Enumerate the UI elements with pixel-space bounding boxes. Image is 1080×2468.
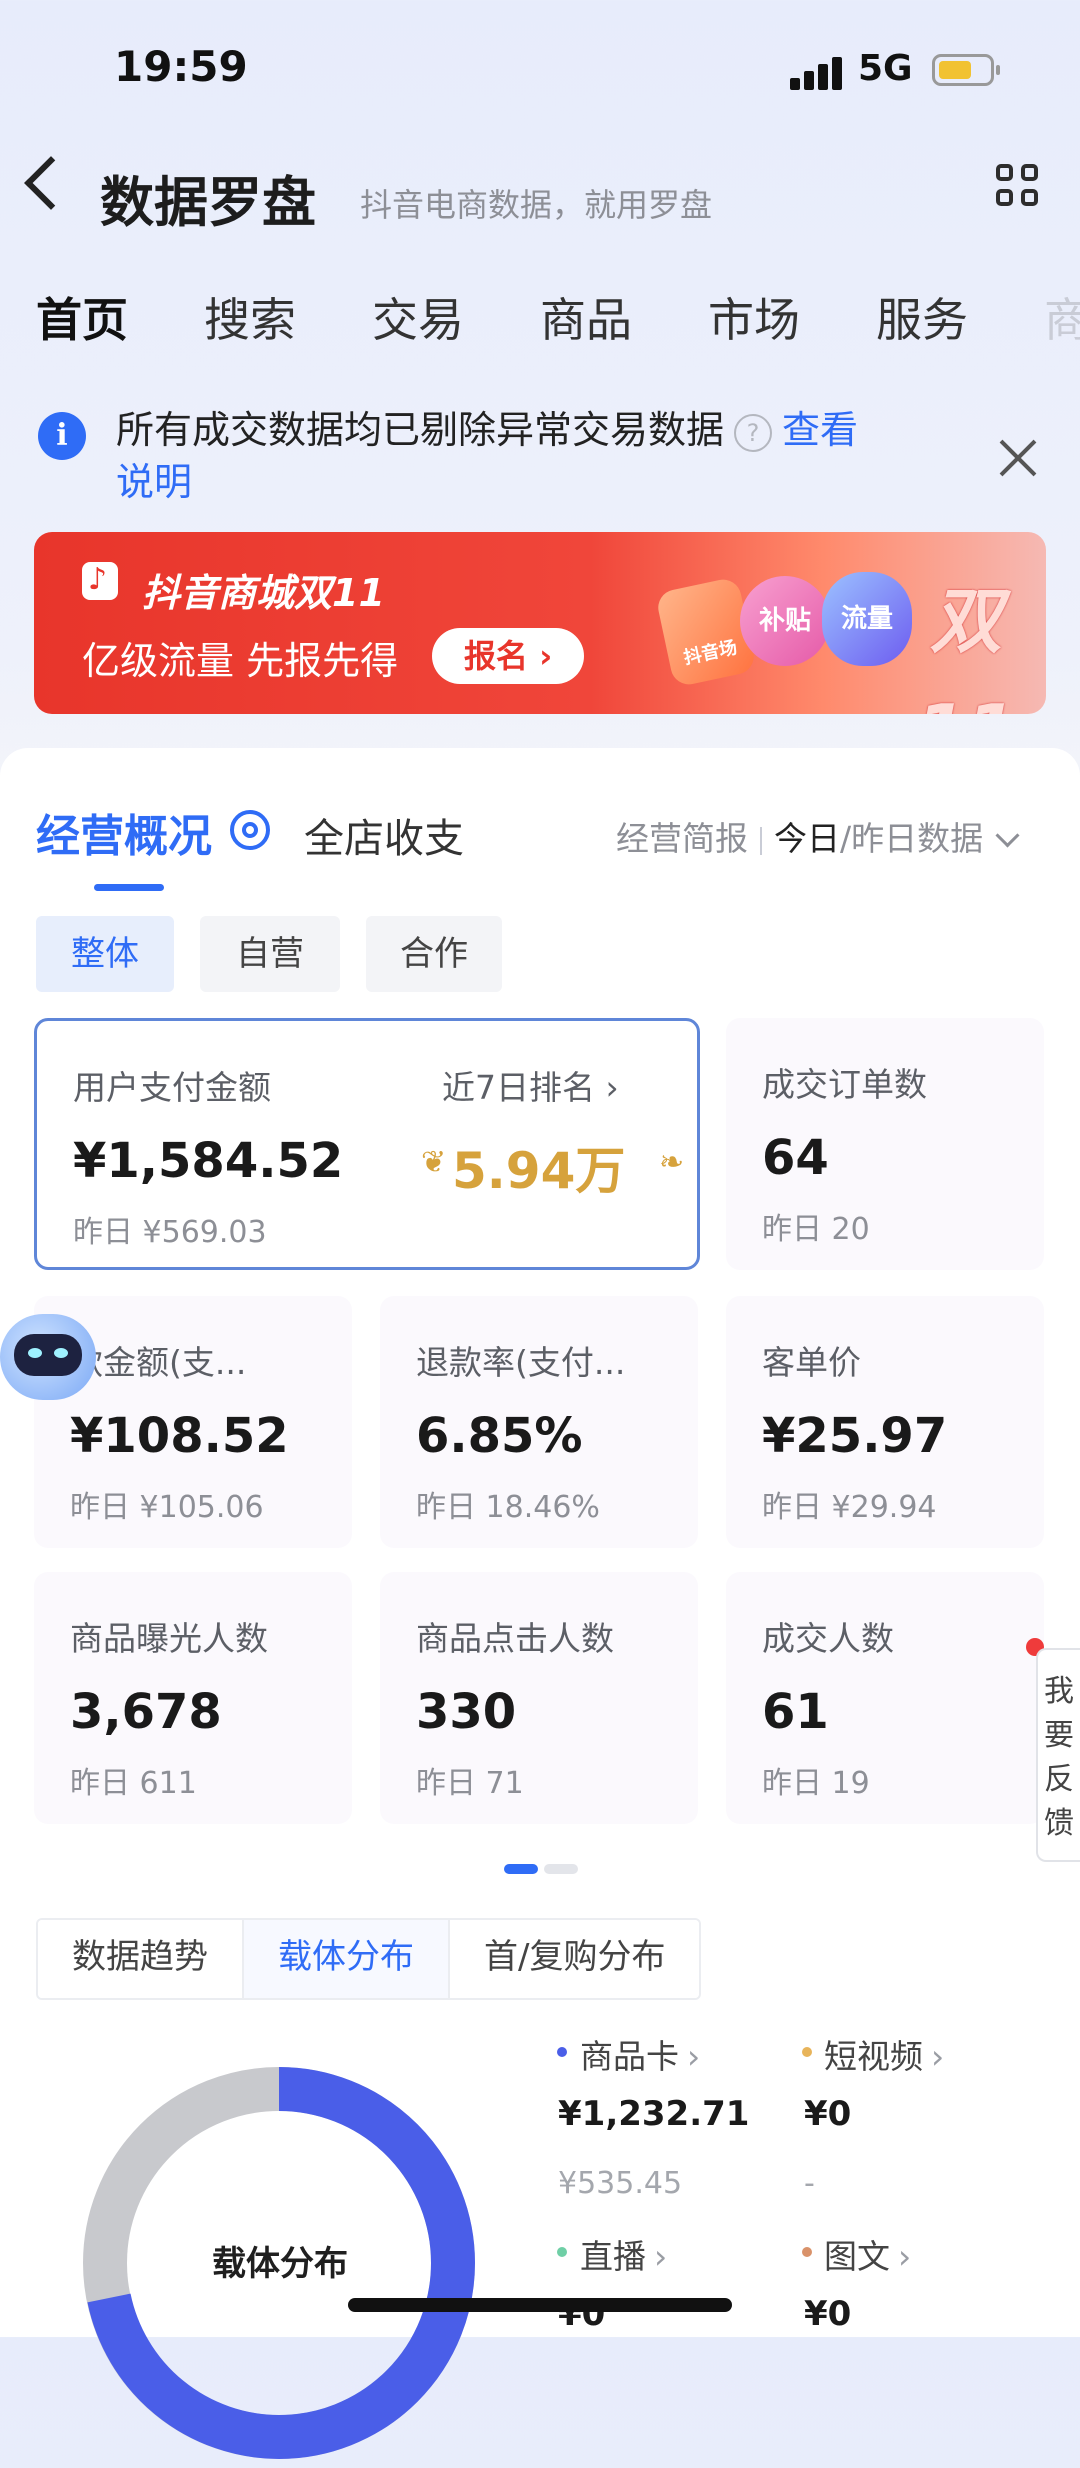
feedback-button[interactable]: 我要反馈 bbox=[1036, 1648, 1080, 1862]
metric-label: 成交人数 bbox=[762, 1619, 894, 1658]
metric-yesterday: 昨日 18.46% bbox=[416, 1490, 600, 1525]
douyin-mall-logo-icon bbox=[82, 562, 118, 600]
laurel-right-icon: ❧ bbox=[659, 1145, 685, 1180]
signal-icon bbox=[790, 54, 846, 90]
top-nav-tabs: 首页 搜索 交易 商品 市场 服务 商 bbox=[36, 284, 1080, 354]
metric-value: ¥1,584.52 bbox=[73, 1133, 344, 1189]
tab-service[interactable]: 服务 bbox=[876, 284, 968, 354]
chevron-down-icon[interactable] bbox=[995, 823, 1020, 848]
metric-value: 61 bbox=[762, 1684, 829, 1740]
tab-repurchase-distribution[interactable]: 首/复购分布 bbox=[450, 1920, 700, 1998]
segment-all[interactable]: 整体 bbox=[36, 916, 174, 992]
metric-card-refund-rate[interactable]: 退款率(支付... 6.85% 昨日 18.46% bbox=[380, 1296, 698, 1548]
page-subtitle: 抖音电商数据，就用罗盘 bbox=[360, 186, 713, 224]
tab-search[interactable]: 搜索 bbox=[204, 284, 296, 354]
tab-store-finance[interactable]: 全店收支 bbox=[304, 806, 464, 864]
laurel-left-icon: ❦ bbox=[421, 1145, 447, 1180]
metric-value: 6.85% bbox=[416, 1408, 583, 1464]
close-icon[interactable] bbox=[994, 434, 1042, 482]
battery-icon bbox=[932, 54, 1000, 86]
metric-yesterday: 昨日 ¥29.94 bbox=[762, 1490, 937, 1525]
metric-value: 64 bbox=[762, 1130, 829, 1186]
metric-label: 成交订单数 bbox=[762, 1065, 927, 1104]
metric-yesterday: 昨日 19 bbox=[762, 1766, 870, 1801]
tab-market[interactable]: 市场 bbox=[708, 284, 800, 354]
back-icon[interactable] bbox=[24, 156, 78, 210]
assistant-robot-icon[interactable] bbox=[0, 1314, 96, 1400]
help-icon[interactable]: ? bbox=[734, 413, 773, 452]
notice-message: 所有成交数据均已剔除异常交易数据 bbox=[116, 408, 725, 452]
metric-card-orders[interactable]: 成交订单数 64 昨日 20 bbox=[726, 1018, 1044, 1270]
tab-product[interactable]: 商品 bbox=[540, 284, 632, 354]
brief-today[interactable]: 今日 bbox=[774, 819, 840, 858]
target-icon[interactable] bbox=[230, 810, 270, 850]
promo-banner[interactable]: 抖音商城双11 亿级流量 先报先得 报名 › 抖音场 补贴 流量 双11 bbox=[34, 532, 1046, 714]
notice-text: 所有成交数据均已剔除异常交易数据? 查看说明 bbox=[116, 404, 896, 508]
page-dot-active bbox=[504, 1864, 538, 1874]
metric-label: 用户支付金额 bbox=[73, 1068, 271, 1107]
page-title: 数据罗盘 bbox=[100, 171, 316, 234]
banner-art-traffic: 流量 bbox=[822, 572, 912, 666]
metric-value: 3,678 bbox=[70, 1684, 222, 1740]
network-label: 5G bbox=[858, 48, 913, 89]
metric-label: 商品曝光人数 bbox=[70, 1619, 268, 1658]
active-tab-underline bbox=[94, 884, 164, 891]
metric-yesterday: 昨日 20 bbox=[762, 1212, 870, 1247]
metric-label: 退款率(支付... bbox=[416, 1343, 626, 1382]
metric-card-pay-amount[interactable]: 用户支付金额 ¥1,584.52 昨日 ¥569.03 近7日排名 › ❦ 5.… bbox=[34, 1018, 700, 1270]
rank-label[interactable]: 近7日排名 › bbox=[442, 1061, 619, 1109]
feedback-label[interactable]: 我要反馈 bbox=[1044, 1670, 1074, 1846]
metric-label: 客单价 bbox=[762, 1343, 861, 1382]
metric-label: 商品点击人数 bbox=[416, 1619, 614, 1658]
metric-value: ¥108.52 bbox=[70, 1408, 289, 1464]
metric-yesterday: 昨日 ¥105.06 bbox=[70, 1490, 264, 1525]
distribution-tabs: 数据趋势 载体分布 首/复购分布 bbox=[36, 1918, 702, 2000]
tab-home[interactable]: 首页 bbox=[36, 284, 128, 354]
home-indicator[interactable] bbox=[348, 2298, 732, 2312]
page-dot bbox=[544, 1864, 578, 1874]
metric-value: ¥25.97 bbox=[762, 1408, 948, 1464]
info-icon: i bbox=[38, 412, 86, 460]
metric-value: 330 bbox=[416, 1684, 517, 1740]
section-title[interactable]: 经营概况 bbox=[36, 800, 212, 864]
donut-center-label: 载体分布 bbox=[212, 2244, 348, 2284]
segment-self[interactable]: 自营 bbox=[200, 916, 340, 992]
apps-grid-icon[interactable] bbox=[996, 164, 1042, 210]
metric-yesterday: 昨日 ¥569.03 bbox=[73, 1215, 267, 1250]
metric-card-avg-order[interactable]: 客单价 ¥25.97 昨日 ¥29.94 bbox=[726, 1296, 1044, 1548]
metric-yesterday: 昨日 611 bbox=[70, 1766, 197, 1801]
brief-label[interactable]: 经营简报 bbox=[616, 819, 748, 858]
divider bbox=[760, 826, 762, 855]
banner-brand: 抖音商城双11 bbox=[142, 571, 385, 615]
brief-yesterday[interactable]: /昨日数据 bbox=[840, 819, 983, 858]
banner-art-double11: 双11 bbox=[916, 579, 1016, 714]
tab-carrier-distribution[interactable]: 载体分布 bbox=[244, 1920, 450, 1998]
metric-card-clicks[interactable]: 商品点击人数 330 昨日 71 bbox=[380, 1572, 698, 1824]
tab-data-trend[interactable]: 数据趋势 bbox=[38, 1920, 244, 1998]
metric-yesterday: 昨日 71 bbox=[416, 1766, 524, 1801]
segment-coop[interactable]: 合作 bbox=[366, 916, 502, 992]
metric-card-exposure[interactable]: 商品曝光人数 3,678 昨日 611 bbox=[34, 1572, 352, 1824]
metric-card-buyers[interactable]: 成交人数 61 昨日 19 bbox=[726, 1572, 1044, 1824]
banner-art-subsidy: 补贴 bbox=[740, 576, 830, 666]
metric-label: 款金额(支... bbox=[70, 1343, 247, 1382]
tab-trade[interactable]: 交易 bbox=[372, 284, 464, 354]
tab-more[interactable]: 商 bbox=[1044, 284, 1080, 354]
rank-value: 5.94万 bbox=[452, 1142, 626, 1200]
status-time: 19:59 bbox=[114, 42, 248, 91]
register-button[interactable]: 报名 › bbox=[432, 628, 585, 684]
banner-slogan: 亿级流量 先报先得 bbox=[82, 639, 399, 683]
brief-selector[interactable]: 经营简报 今日/昨日数据 bbox=[616, 812, 1020, 860]
